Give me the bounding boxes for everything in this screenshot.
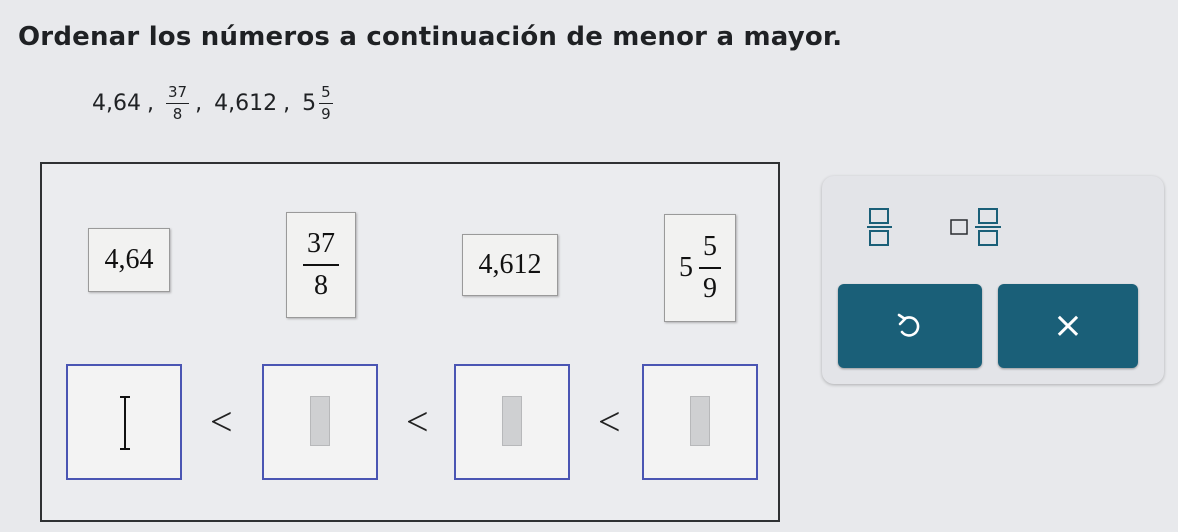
less-than-sign: <	[406, 399, 429, 444]
question-item-decimal: 4,612	[214, 90, 278, 116]
draggable-tile-decimal[interactable]: 4,612	[462, 234, 558, 296]
question-number-list: 4,64 , 37 8 , 4,612 , 5 5 9	[92, 78, 333, 128]
fraction-part: 5 9	[319, 84, 333, 123]
denominator: 9	[321, 104, 331, 123]
draggable-tile-fraction[interactable]: 37 8	[286, 212, 356, 318]
denominator: 9	[703, 273, 717, 304]
instruction-text: Ordenar los números a continuación de me…	[18, 22, 843, 52]
clear-button[interactable]: ×	[998, 284, 1138, 368]
numerator: 37	[165, 84, 190, 104]
fraction-template-icon	[867, 208, 892, 246]
numerator: 37	[303, 230, 339, 266]
separator: ,	[146, 90, 154, 116]
question-item-fraction: 37 8	[165, 84, 190, 123]
input-placeholder	[310, 396, 330, 446]
text-cursor	[120, 396, 130, 450]
draggable-tile-mixed-number[interactable]: 5 5 9	[664, 214, 736, 322]
tile-fraction: 5 9	[699, 233, 721, 303]
less-than-sign: <	[598, 399, 621, 444]
tile-value: 4,612	[478, 249, 542, 280]
clear-x-icon: ×	[1052, 305, 1084, 346]
fraction-template-button[interactable]	[834, 196, 926, 258]
mixed-number-template-icon	[950, 208, 1001, 246]
answer-slot-3[interactable]	[454, 364, 570, 480]
whole-part: 5	[302, 90, 317, 116]
whole-part: 5	[679, 252, 693, 283]
input-placeholder	[690, 396, 710, 446]
tile-fraction: 37 8	[303, 230, 339, 300]
separator: ,	[283, 90, 291, 116]
denominator: 8	[314, 270, 328, 301]
answer-slot-2[interactable]	[262, 364, 378, 480]
separator: ,	[195, 90, 203, 116]
denominator: 8	[172, 104, 183, 123]
answer-slot-1[interactable]	[66, 364, 182, 480]
question-item-decimal: 4,64	[92, 90, 141, 116]
less-than-sign: <	[210, 399, 233, 444]
undo-icon	[897, 313, 920, 337]
undo-button[interactable]	[838, 284, 982, 368]
draggable-tile-decimal[interactable]: 4,64	[88, 228, 170, 292]
input-placeholder	[502, 396, 522, 446]
tile-value: 4,64	[104, 244, 154, 275]
numerator: 5	[319, 84, 333, 104]
numerator: 5	[699, 233, 721, 269]
answer-slot-4[interactable]	[642, 364, 758, 480]
question-item-mixed-number: 5 5 9	[302, 84, 333, 123]
mixed-number-template-button[interactable]	[934, 196, 1026, 258]
